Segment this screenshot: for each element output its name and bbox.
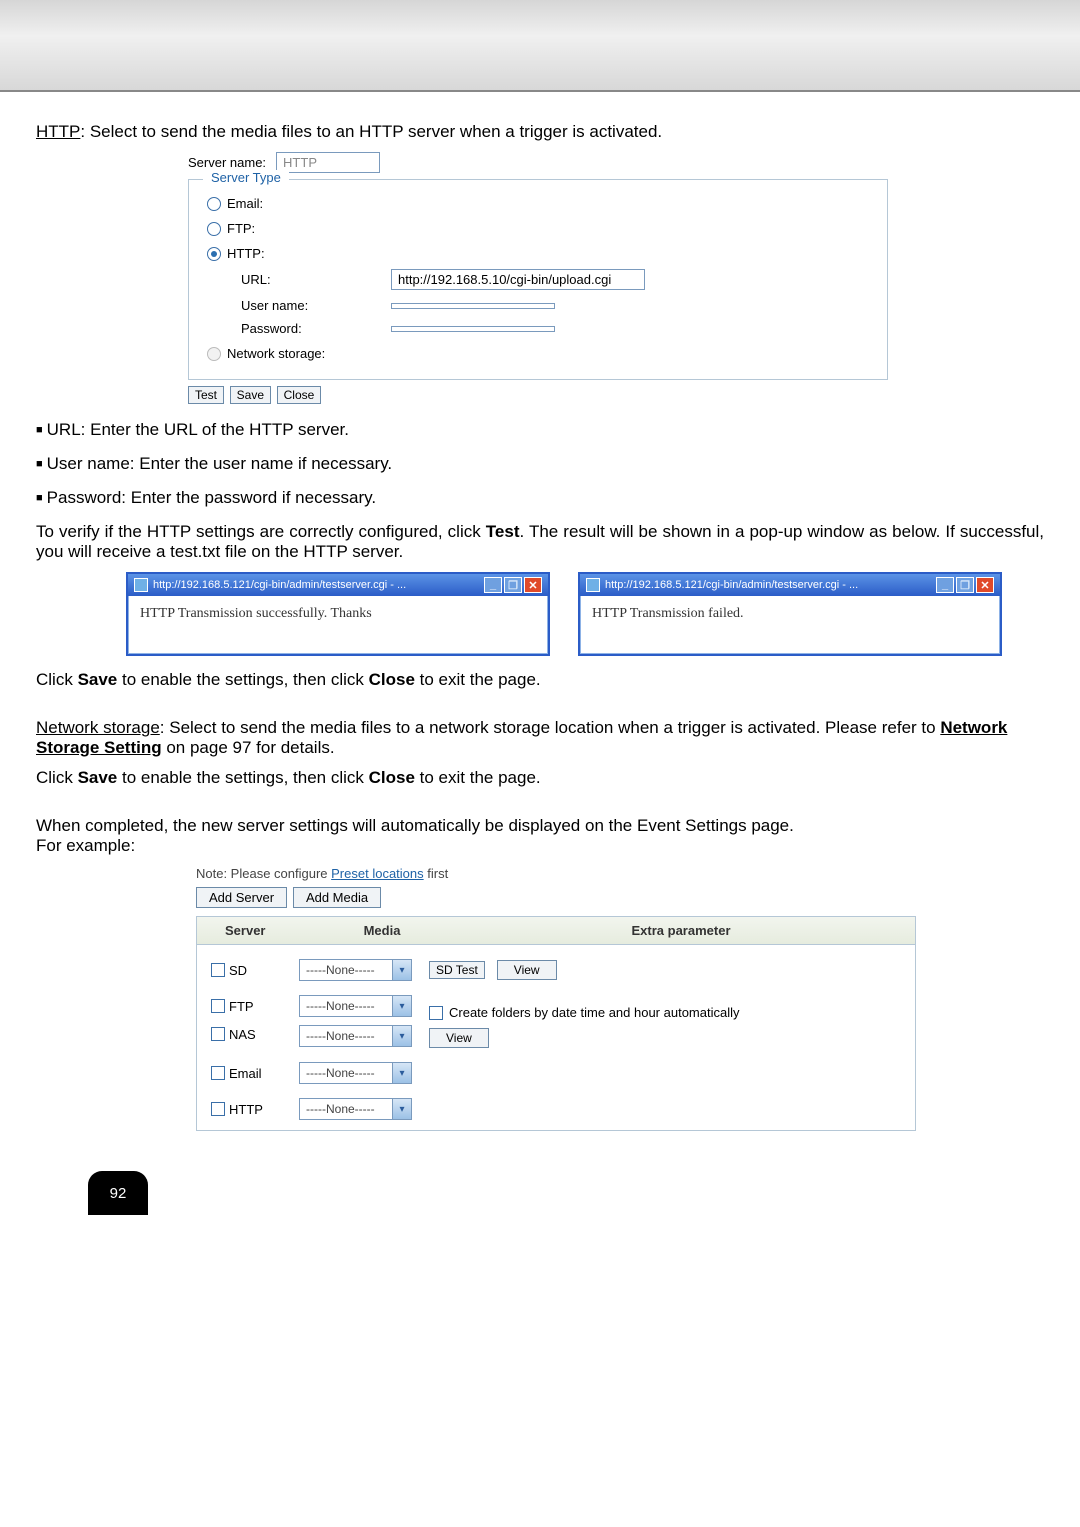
chevron-down-icon: ▾ <box>392 1099 411 1119</box>
username-label: User name: <box>241 298 391 313</box>
checkbox-email[interactable] <box>211 1066 225 1080</box>
minimize-icon[interactable]: _ <box>484 577 502 593</box>
completed-line-2: For example: <box>36 836 1044 856</box>
minimize-icon[interactable]: _ <box>936 577 954 593</box>
verify-paragraph: To verify if the HTTP settings are corre… <box>36 522 1044 562</box>
nas-view-button[interactable]: View <box>429 1028 489 1048</box>
popup-success: http://192.168.5.121/cgi-bin/admin/tests… <box>126 572 550 656</box>
dropdown-http-media[interactable]: -----None----- ▾ <box>299 1098 412 1120</box>
server-type-legend: Server Type <box>203 170 289 185</box>
checkbox-ftp[interactable] <box>211 999 225 1013</box>
top-gradient-band <box>0 0 1080 92</box>
checkbox-http[interactable] <box>211 1102 225 1116</box>
page-number: 92 <box>88 1171 148 1215</box>
row-sd-label: SD <box>229 963 299 978</box>
dropdown-email-media[interactable]: -----None----- ▾ <box>299 1062 412 1084</box>
event-note: Note: Please configure Preset locations … <box>196 866 916 881</box>
chevron-down-icon: ▾ <box>392 960 411 980</box>
dropdown-sd-media[interactable]: -----None----- ▾ <box>299 959 412 981</box>
dropdown-nas-media[interactable]: -----None----- ▾ <box>299 1025 412 1047</box>
radio-http[interactable] <box>207 247 221 261</box>
url-input[interactable]: http://192.168.5.10/cgi-bin/upload.cgi <box>391 269 645 290</box>
row-email-label: Email <box>229 1066 299 1081</box>
ie-icon <box>134 578 148 592</box>
chevron-down-icon: ▾ <box>392 996 411 1016</box>
url-label: URL: <box>241 272 391 287</box>
radio-email[interactable] <box>207 197 221 211</box>
http-desc: : Select to send the media files to an H… <box>80 122 662 141</box>
checkbox-create-folders[interactable] <box>429 1006 443 1020</box>
event-settings-panel: Note: Please configure Preset locations … <box>196 866 916 1131</box>
close-icon[interactable]: ✕ <box>976 577 994 593</box>
row-nas-label: NAS <box>229 1023 299 1042</box>
add-server-button[interactable]: Add Server <box>196 887 287 908</box>
save-close-paragraph-1: Click Save to enable the settings, then … <box>36 670 1044 690</box>
http-underlined: HTTP <box>36 122 80 141</box>
add-media-button[interactable]: Add Media <box>293 887 381 908</box>
row-http-label: HTTP <box>229 1102 299 1117</box>
popup-failed-title: http://192.168.5.121/cgi-bin/admin/tests… <box>605 579 858 591</box>
create-folders-label: Create folders by date time and hour aut… <box>449 1005 740 1020</box>
bullet-username: ■User name: Enter the user name if neces… <box>36 454 1044 474</box>
chevron-down-icon: ▾ <box>392 1026 411 1046</box>
username-input[interactable] <box>391 303 555 309</box>
http-intro: HTTP: Select to send the media files to … <box>36 122 1044 142</box>
head-extra: Extra parameter <box>447 917 915 944</box>
network-storage-paragraph: Network storage: Select to send the medi… <box>36 718 1044 758</box>
head-server: Server <box>225 917 317 944</box>
popup-success-body: HTTP Transmission successfully. Thanks <box>128 596 548 654</box>
server-name-input[interactable]: HTTP <box>276 152 380 173</box>
radio-ftp[interactable] <box>207 222 221 236</box>
server-type-fieldset: Server Type Email: FTP: HTTP: URL: ht <box>188 179 888 380</box>
preset-locations-link[interactable]: Preset locations <box>331 866 424 881</box>
close-button[interactable]: Close <box>277 386 322 404</box>
password-input[interactable] <box>391 326 555 332</box>
server-form: Server name: HTTP Server Type Email: FTP… <box>188 152 888 404</box>
sd-view-button[interactable]: View <box>497 960 557 980</box>
bullet-url: ■URL: Enter the URL of the HTTP server. <box>36 420 1044 440</box>
checkbox-sd[interactable] <box>211 963 225 977</box>
radio-ftp-label: FTP: <box>227 221 255 236</box>
server-name-label: Server name: <box>188 155 266 170</box>
maximize-icon[interactable]: ❐ <box>504 577 522 593</box>
network-storage-underlined: Network storage <box>36 718 160 737</box>
head-media: Media <box>317 917 447 944</box>
chevron-down-icon: ▾ <box>392 1063 411 1083</box>
completed-line-1: When completed, the new server settings … <box>36 816 1044 836</box>
dropdown-ftp-media[interactable]: -----None----- ▾ <box>299 995 412 1017</box>
save-button[interactable]: Save <box>230 386 271 404</box>
popup-success-title: http://192.168.5.121/cgi-bin/admin/tests… <box>153 579 406 591</box>
save-close-paragraph-2: Click Save to enable the settings, then … <box>36 768 1044 788</box>
row-ftp-label: FTP <box>229 999 299 1014</box>
radio-http-label: HTTP: <box>227 246 265 261</box>
popup-failed-body: HTTP Transmission failed. <box>580 596 1000 654</box>
checkbox-nas[interactable] <box>211 1027 225 1041</box>
close-icon[interactable]: ✕ <box>524 577 542 593</box>
ie-icon <box>586 578 600 592</box>
maximize-icon[interactable]: ❐ <box>956 577 974 593</box>
popup-failed: http://192.168.5.121/cgi-bin/admin/tests… <box>578 572 1002 656</box>
test-button[interactable]: Test <box>188 386 224 404</box>
radio-network-storage-label: Network storage: <box>227 346 325 361</box>
sd-test-button[interactable]: SD Test <box>429 961 485 979</box>
radio-email-label: Email: <box>227 196 263 211</box>
password-label: Password: <box>241 321 391 336</box>
bullet-password: ■Password: Enter the password if necessa… <box>36 488 1044 508</box>
radio-network-storage[interactable] <box>207 347 221 361</box>
